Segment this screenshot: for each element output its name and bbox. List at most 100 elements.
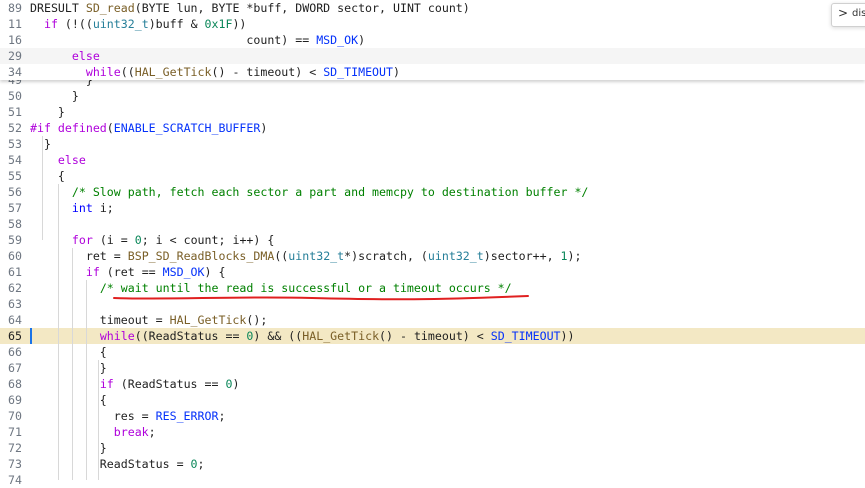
sticky-line[interactable]: 11 if (!((uint32_t)buff & 0x1F)) [0,16,865,32]
code-token: ); [567,249,582,263]
line-number: 61 [8,265,22,279]
find-widget[interactable]: > dis [831,3,865,27]
line-code[interactable]: ret = BSP_SD_ReadBlocks_DMA((uint32_t*)s… [30,248,582,264]
code-line[interactable]: 53 } [0,136,865,152]
line-number: 11 [8,17,22,31]
code-token: uint32_t [288,249,345,263]
indent-guide [42,136,43,240]
line-code[interactable]: else [30,152,86,168]
code-token: #if defined [30,121,107,135]
line-code[interactable]: timeout = HAL_GetTick(); [30,312,268,328]
code-token: { [30,393,107,407]
code-line[interactable]: 52 #if defined(ENABLE_SCRATCH_BUFFER) [0,120,865,136]
code-line[interactable]: 58 [0,216,865,232]
code-line[interactable]: 70 res = RES_ERROR; [0,408,865,424]
line-code[interactable]: { [30,392,107,408]
line-code[interactable]: ReadStatus = 0; [30,456,205,472]
line-code[interactable]: { [30,168,65,184]
code-token: while [99,329,135,343]
code-line[interactable]: 54 else [0,152,865,168]
code-token: ; [148,425,156,439]
sticky-scroll-header[interactable]: 89 DRESULT SD_read(BYTE lun, BYTE *buff, … [0,0,865,80]
code-line[interactable]: 57 int i; [0,200,865,216]
line-code[interactable]: break; [30,424,156,440]
code-token: (); [246,313,268,327]
code-token: res = [30,409,156,423]
line-code[interactable]: while((HAL_GetTick() - timeout) < SD_TIM… [30,64,400,80]
code-line[interactable]: 56 /* Slow path, fetch each sector a par… [0,184,865,200]
code-token: } [30,441,107,455]
line-code[interactable]: #if defined(ENABLE_SCRATCH_BUFFER) [30,120,267,136]
code-line[interactable]: 59 for (i = 0; i < count; i++) { [0,232,865,248]
line-code[interactable]: } [30,136,51,152]
code-token: ReadStatus = [30,457,191,471]
line-code[interactable]: } [30,440,107,456]
line-code[interactable]: count) == MSD_OK) [30,32,365,48]
code-token: ; i < count; i++) { [141,233,275,247]
line-code[interactable]: } [30,104,65,120]
sticky-line[interactable]: 34 while((HAL_GetTick() - timeout) < SD_… [0,64,865,80]
line-code[interactable]: /* Slow path, fetch each sector a part a… [30,184,589,200]
line-code[interactable]: { [30,344,107,360]
code-editor[interactable]: 89 DRESULT SD_read(BYTE lun, BYTE *buff, … [0,0,865,487]
sticky-line[interactable]: 29 else [0,48,865,64]
code-token: (( [120,65,135,79]
find-widget-text[interactable]: dis [852,8,865,19]
line-code[interactable]: } [30,88,79,104]
code-token: (( [274,249,289,263]
code-token: uint32_t [427,249,484,263]
current-line[interactable]: 65 while((ReadStatus == 0) && ((HAL_GetT… [0,328,865,344]
code-token: break [113,425,149,439]
code-token: MSD_OK [316,33,359,47]
code-line[interactable]: 72 } [0,440,865,456]
code-line[interactable]: 51 } [0,104,865,120]
code-token: (ret == [99,265,163,279]
line-number: 51 [8,105,22,119]
line-number: 63 [8,297,22,311]
code-line[interactable]: 69 { [0,392,865,408]
code-line[interactable]: 66 { [0,344,865,360]
code-token: HAL_GetTick [302,329,380,343]
code-token: (BYTE lun, BYTE *buff, DWORD sector, UIN… [134,1,470,15]
code-line[interactable]: 73 ReadStatus = 0; [0,456,865,472]
code-line[interactable]: 74 [0,472,865,488]
line-number: 50 [8,89,22,103]
line-number: 68 [8,377,22,391]
code-token: int [71,201,93,215]
line-code[interactable]: if (ret == MSD_OK) { [30,264,226,280]
code-line[interactable]: 50 } [0,88,865,104]
code-token: 1 [560,249,568,263]
code-token: else [57,153,86,167]
code-line[interactable]: 71 break; [0,424,865,440]
sticky-line[interactable]: 16 count) == MSD_OK) [0,32,865,48]
code-line[interactable]: 60 ret = BSP_SD_ReadBlocks_DMA((uint32_t… [0,248,865,264]
line-code[interactable]: DRESULT SD_read(BYTE lun, BYTE *buff, DW… [30,0,470,16]
line-number: 60 [8,249,22,263]
line-code[interactable]: } [30,360,107,376]
line-number: 72 [8,441,22,455]
code-token: RES_ERROR [155,409,219,423]
chevron-right-icon[interactable]: > [838,6,848,20]
red-annotation-underline [113,295,529,301]
code-line[interactable]: 68 if (ReadStatus == 0) [0,376,865,392]
code-token: (ReadStatus == [113,377,226,391]
code-token: )) [560,329,575,343]
code-line[interactable]: 61 if (ret == MSD_OK) { [0,264,865,280]
code-token: BSP_SD_ReadBlocks_DMA [127,249,275,263]
code-line[interactable]: 64 timeout = HAL_GetTick(); [0,312,865,328]
code-token: i; [92,201,114,215]
code-token: { [30,169,65,183]
sticky-line[interactable]: 89 DRESULT SD_read(BYTE lun, BYTE *buff, … [0,0,865,16]
line-code[interactable]: if (ReadStatus == 0) [30,376,240,392]
code-line[interactable]: 67 } [0,360,865,376]
line-code[interactable]: while((ReadStatus == 0) && ((HAL_GetTick… [30,328,575,344]
line-code[interactable]: else [30,48,100,64]
code-line[interactable]: 55 { [0,168,865,184]
line-code[interactable]: res = RES_ERROR; [30,408,226,424]
line-number: 71 [8,425,22,439]
line-code[interactable]: for (i = 0; i < count; i++) { [30,232,274,248]
line-code[interactable]: if (!((uint32_t)buff & 0x1F)) [30,16,246,32]
